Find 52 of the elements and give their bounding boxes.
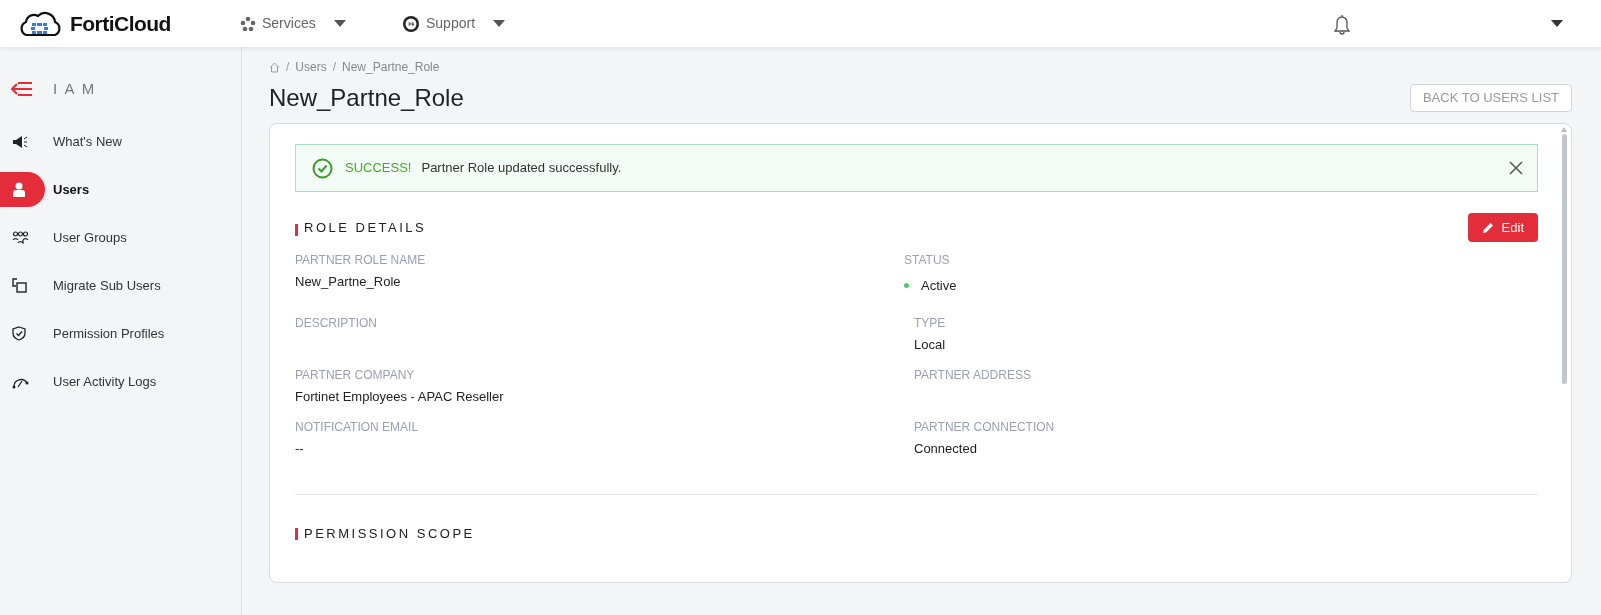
field-value: Local <box>914 336 946 354</box>
close-icon[interactable] <box>1509 161 1523 175</box>
overlapping-squares-icon <box>12 278 27 293</box>
nav-menu[interactable]: Support <box>426 13 476 34</box>
cloud-logo-icon <box>18 9 62 38</box>
user-group-icon <box>12 231 29 244</box>
section-heading: PERMISSION SCOPE <box>304 525 475 543</box>
collapse-menu-icon[interactable] <box>11 81 33 97</box>
field-value: Active <box>921 277 957 295</box>
home-icon[interactable] <box>269 61 280 73</box>
breadcrumb-separator: / <box>286 59 290 76</box>
breadcrumb-separator: / <box>332 59 337 76</box>
field-label: PARTNER ADDRESS <box>914 367 1031 384</box>
pencil-icon <box>1481 221 1494 234</box>
field-label: DESCRIPTION <box>295 315 377 332</box>
page-title: New_Partne_Role <box>269 83 464 113</box>
user-icon <box>12 182 26 197</box>
alert-title: SUCCESS! <box>345 159 412 178</box>
nav-menu[interactable]: Services <box>262 13 316 34</box>
sidebar-item[interactable]: User Activity Logs <box>53 371 157 392</box>
brand-name: FortiCloud <box>70 10 171 37</box>
field-value: Fortinet Employees - APAC Reseller <box>295 388 504 406</box>
breadcrumb-current: New_Partne_Role <box>342 59 440 76</box>
edit-button[interactable]: Edit <box>1467 213 1538 242</box>
scrollbar-thumb[interactable] <box>1561 134 1567 384</box>
notification-bell-icon[interactable] <box>1333 12 1351 35</box>
shield-check-icon <box>12 326 26 341</box>
field-label: STATUS <box>904 252 950 269</box>
sidebar-item[interactable]: Users <box>53 179 90 200</box>
sidebar-item[interactable]: What's New <box>53 131 122 152</box>
megaphone-icon <box>12 134 28 149</box>
sidebar-item[interactable]: Permission Profiles <box>53 323 165 344</box>
network-nodes-icon <box>240 15 256 32</box>
sidebar-item[interactable]: Migrate Sub Users <box>53 275 161 296</box>
field-label: PARTNER COMPANY <box>295 367 415 384</box>
field-value: New_Partne_Role <box>295 273 401 291</box>
field-label: PARTNER CONNECTION <box>914 419 1055 436</box>
check-circle-icon <box>312 157 333 179</box>
user-menu-caret-icon[interactable] <box>1551 19 1563 28</box>
field-label: PARTNER ROLE NAME <box>295 252 426 269</box>
alert-message: Partner Role updated successfully. <box>421 159 622 178</box>
section-marker <box>295 223 298 236</box>
dropdown-caret-icon[interactable] <box>333 19 346 28</box>
field-label: NOTIFICATION EMAIL <box>295 419 419 436</box>
sidebar-title: I A M <box>53 78 97 99</box>
field-value: -- <box>295 440 304 458</box>
dropdown-caret-icon[interactable] <box>493 19 506 28</box>
section-marker <box>295 527 298 540</box>
field-label: TYPE <box>914 315 946 332</box>
field-value: Connected <box>914 440 977 458</box>
section-heading: ROLE DETAILS <box>304 218 427 237</box>
sidebar-item[interactable]: User Groups <box>53 227 127 248</box>
